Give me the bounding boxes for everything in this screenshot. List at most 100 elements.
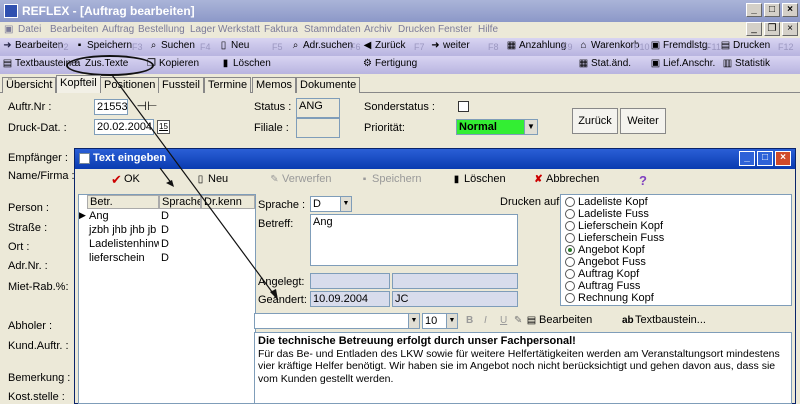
tab-uebersicht[interactable]: Übersicht (2, 77, 57, 93)
auftr-nr-field[interactable]: 21553 (94, 99, 128, 115)
menu-werkstatt[interactable]: Werkstatt (218, 24, 260, 35)
help-button[interactable]: ? (639, 173, 647, 188)
fertigung-button[interactable]: ⚙ Fertigung (362, 58, 417, 69)
menu-icon[interactable]: ▣ (4, 24, 13, 35)
mdi-restore-button[interactable]: ❐ (764, 22, 780, 36)
statistik-button[interactable]: ▥ Statistik (722, 58, 770, 69)
dialog-minimize-button[interactable]: _ (739, 151, 755, 166)
menu-fenster[interactable]: Fenster (438, 24, 472, 35)
verwerfen-button[interactable]: ✎ Verwerfen (269, 173, 331, 185)
menu-bearbeiten[interactable]: Bearbeiten (50, 24, 98, 35)
abbrechen-button[interactable]: ✘ Abbrechen (533, 173, 599, 185)
radio-auftrag-fuss[interactable]: Auftrag Fuss (565, 280, 640, 292)
mdi-close-button[interactable]: × (782, 22, 798, 36)
menu-archiv[interactable]: Archiv (364, 24, 392, 35)
menu-drucken[interactable]: Drucken (398, 24, 435, 35)
anzahlung-button[interactable]: ▦ Anzahlung (506, 40, 567, 51)
radio-ladeliste-fuss[interactable]: Ladeliste Fuss (565, 208, 649, 220)
maximize-button[interactable]: □ (764, 3, 780, 17)
loeschen-dialog-button[interactable]: ▮ Löschen (451, 173, 506, 185)
druck-dat-field[interactable]: 20.02.2004 (94, 119, 154, 135)
tab-dokumente[interactable]: Dokumente (296, 77, 361, 93)
lief-anschr-button[interactable]: ▣ Lief.Anschr. (650, 58, 716, 69)
tab-memos[interactable]: Memos (252, 77, 297, 93)
grid-header-drkenn[interactable]: Dr.kenn (201, 195, 255, 209)
minimize-button[interactable]: _ (746, 3, 762, 17)
adr-suchen-button[interactable]: ⌕ Adr.suchen (290, 40, 353, 51)
bold-icon[interactable]: B (466, 315, 473, 326)
tab-kopfteil[interactable]: Kopfteil (56, 75, 101, 93)
menu-lager[interactable]: Lager (190, 24, 216, 35)
calendar-icon[interactable]: 15 (157, 120, 170, 134)
sonderstatus-checkbox[interactable] (458, 101, 469, 112)
table-row-betr[interactable]: Ang (87, 210, 159, 223)
underline-icon[interactable]: U (500, 315, 507, 326)
table-row-sprache[interactable]: D (159, 252, 199, 265)
drucken-auf-list[interactable]: Ladeliste Kopf Ladeliste Fuss Liefersche… (560, 194, 792, 306)
radio-label: Auftrag Kopf (578, 268, 640, 280)
dialog-close-button[interactable]: × (775, 151, 791, 166)
menu-auftrag[interactable]: Auftrag (102, 24, 134, 35)
font-size-select[interactable]: 10 (422, 313, 448, 329)
spinner-icon[interactable]: ⊣⊢ (132, 99, 162, 115)
loeschen-tb-button[interactable]: ▮ Löschen (220, 58, 271, 69)
table-row-sprache[interactable]: D (159, 238, 199, 251)
menu-datei[interactable]: Datei (18, 24, 41, 35)
weiter-button[interactable]: Weiter (620, 108, 666, 134)
menu-hilfe[interactable]: Hilfe (478, 24, 498, 35)
betreff-field[interactable]: Ang (310, 214, 518, 266)
radio-lieferschein-fuss[interactable]: Lieferschein Fuss (565, 232, 664, 244)
table-row-betr[interactable]: jzbh jhb jhb jb (87, 224, 159, 237)
mdi-minimize-button[interactable]: _ (746, 22, 762, 36)
chevron-down-icon[interactable]: ▼ (446, 313, 458, 329)
tab-positionen[interactable]: Positionen (100, 77, 160, 93)
table-row-betr[interactable]: Ladelistenhinw (87, 238, 159, 251)
bearbeiten-button[interactable]: ➜ Bearbeiten (2, 40, 63, 51)
radio-angebot-fuss[interactable]: Angebot Fuss (565, 256, 646, 268)
radio-auftrag-kopf[interactable]: Auftrag Kopf (565, 268, 639, 280)
tab-fussteil[interactable]: Fussteil (158, 77, 204, 93)
radio-ladeliste-kopf[interactable]: Ladeliste Kopf (565, 196, 648, 208)
grid-header-sprache[interactable]: Sprache (159, 195, 201, 209)
zurueck-tb-button[interactable]: ◀ Zurück (362, 40, 406, 51)
menu-stammdaten[interactable]: Stammdaten (304, 24, 361, 35)
suchen-button[interactable]: ⌕ Suchen (148, 40, 195, 51)
kopieren-button[interactable]: ❐ Kopieren (146, 58, 199, 69)
table-row-sprache[interactable]: D (159, 224, 199, 237)
italic-icon[interactable]: I (484, 315, 487, 326)
ok-button[interactable]: ✔ OK (111, 173, 140, 186)
close-button[interactable]: × (782, 3, 798, 17)
dialog-maximize-button[interactable]: □ (757, 151, 773, 166)
radio-angebot-kopf[interactable]: Angebot Kopf (565, 244, 645, 256)
empfaenger-label: Empfänger : (8, 152, 68, 164)
prioritaet-select[interactable]: Normal (456, 119, 526, 135)
textbaustein-button[interactable]: ab Textbaustein... (622, 314, 706, 326)
chevron-down-icon[interactable]: ▼ (524, 119, 538, 135)
neu-button[interactable]: ▯ Neu (218, 40, 250, 51)
warenkorb-button[interactable]: ⌂ Warenkorb (578, 40, 639, 51)
table-row-sprache[interactable]: D (159, 210, 199, 223)
fremdlstg-button[interactable]: ▣ Fremdlstg. (650, 40, 710, 51)
speichern-dialog-button[interactable]: ▪ Speichern (359, 173, 422, 185)
speichern-button[interactable]: ▪ Speichern (74, 40, 132, 51)
text-editor[interactable]: Die technische Betreuung erfolgt durch u… (254, 332, 792, 404)
sprache-select[interactable]: D (310, 196, 342, 212)
menu-bestellung[interactable]: Bestellung (138, 24, 185, 35)
table-row-betr[interactable]: lieferschein (87, 252, 159, 265)
zurueck-button[interactable]: Zurück (572, 108, 618, 134)
menu-faktura[interactable]: Faktura (264, 24, 298, 35)
bearbeiten-editor-button[interactable]: ▤ Bearbeiten (526, 314, 592, 326)
radio-rechnung-kopf[interactable]: Rechnung Kopf (565, 292, 654, 304)
grid-header-betr[interactable]: Betr. (87, 195, 159, 209)
stat-aend-button[interactable]: ▦ Stat.änd. (578, 58, 631, 69)
neu-dialog-button[interactable]: ▯ Neu (195, 173, 228, 185)
drucken-button[interactable]: ▤ Drucken (720, 40, 770, 51)
chevron-down-icon[interactable]: ▼ (340, 196, 352, 212)
weiter-tb-button[interactable]: ➜ weiter (430, 40, 469, 51)
radio-lieferschein-kopf[interactable]: Lieferschein Kopf (565, 220, 663, 232)
text-grid[interactable]: Betr. Sprache Dr.kenn ▶ Ang D jzbh jhb j… (78, 194, 256, 404)
chevron-down-icon[interactable]: ▼ (408, 313, 420, 329)
tab-termine[interactable]: Termine (204, 77, 252, 93)
font-select[interactable] (254, 313, 416, 329)
edit-pencil-icon[interactable]: ✎ (514, 315, 522, 326)
